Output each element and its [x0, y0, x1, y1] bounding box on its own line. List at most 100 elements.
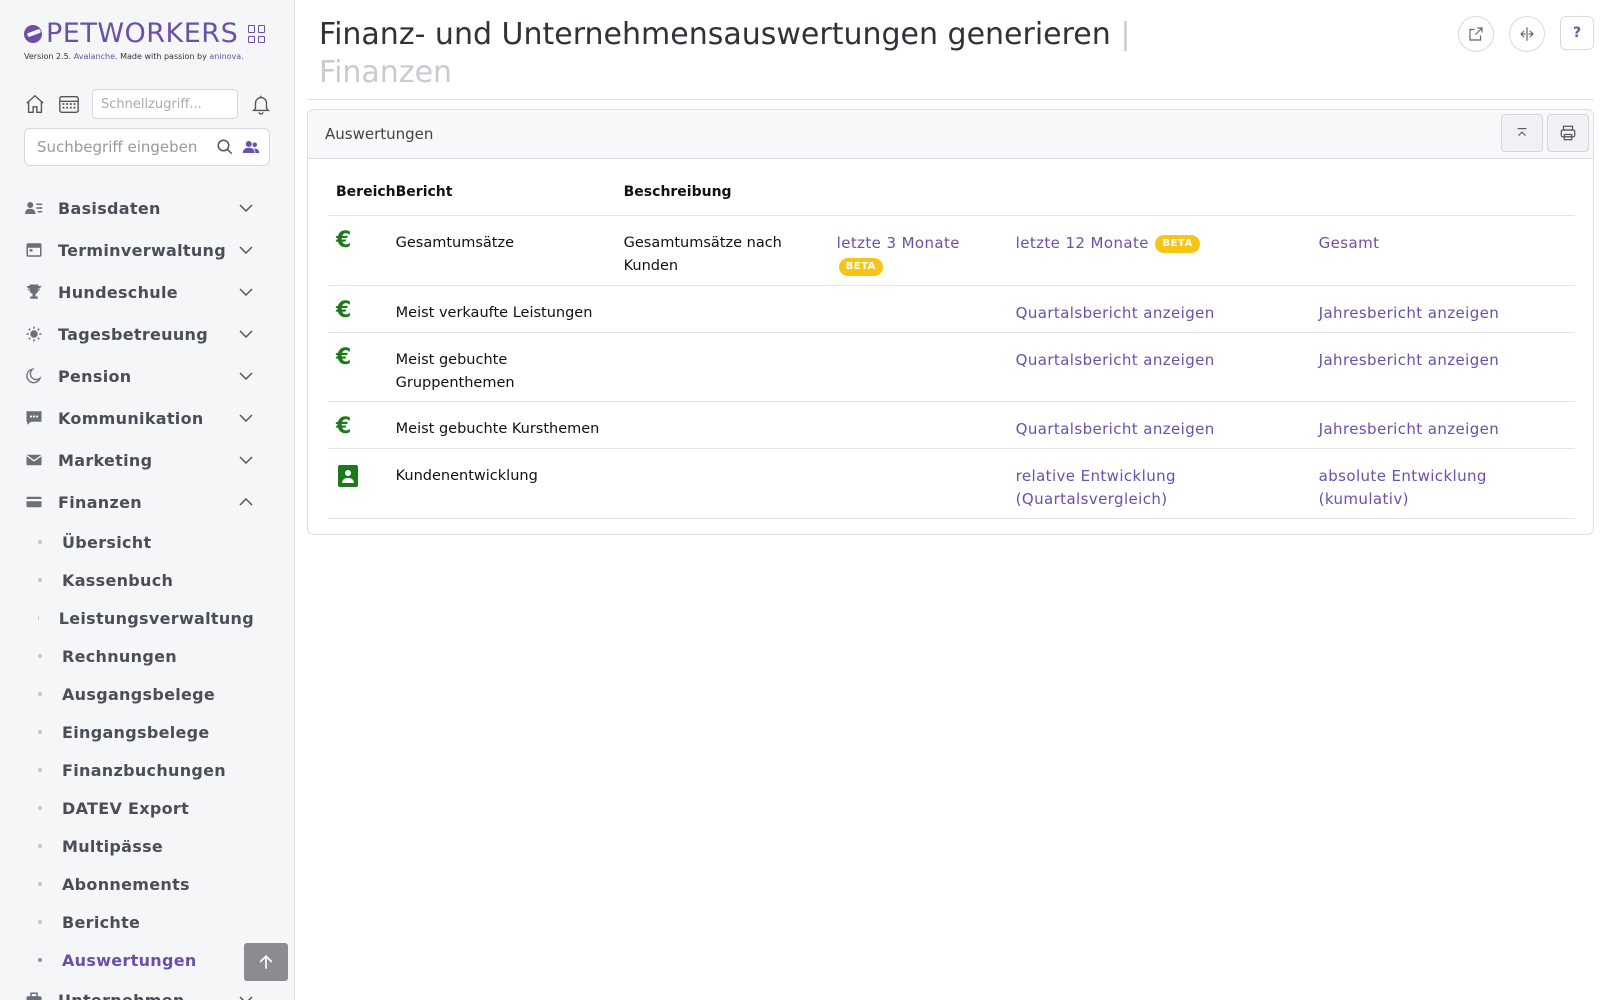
table-row: € Gesamtumsätze Gesamtumsätze nach Kunde…: [328, 214, 1575, 285]
sub-item-label: Berichte: [62, 912, 141, 932]
quarterly-report-link[interactable]: Quartalsbericht anzeigen: [1016, 351, 1215, 369]
brand-logo[interactable]: PETWORKERS: [24, 20, 266, 48]
link-cell: Jahresbericht anzeigen: [1318, 331, 1575, 401]
nav-pension[interactable]: Pension: [24, 355, 254, 397]
chevron-down-icon[interactable]: [238, 326, 254, 342]
card-header: Auswertungen: [308, 110, 1593, 159]
nav-kommunikation[interactable]: Kommunikation: [24, 397, 254, 439]
bericht-cell: Gesamtumsätze: [395, 214, 624, 285]
sun-icon: [24, 324, 44, 344]
nav-finanzen[interactable]: Finanzen: [24, 481, 254, 523]
table-row: € Meist verkaufte Leistungen Quartalsber…: [328, 284, 1575, 332]
absolute-development-link[interactable]: absolute Entwicklung (kumulativ): [1319, 465, 1499, 511]
table-row: € Meist gebuchte Gruppenthemen Quartalsb…: [328, 331, 1575, 401]
collapse-button[interactable]: [1501, 114, 1543, 152]
bericht-text: Meist gebuchte Gruppenthemen: [395, 351, 515, 391]
euro-icon: €: [336, 227, 352, 253]
link-cell: relative Entwicklung (Quartalsvergleich): [1015, 447, 1319, 519]
page-title: Finanz- und Unternehmensauswertungen gen…: [319, 16, 1139, 92]
print-button[interactable]: [1547, 114, 1589, 152]
nav-label: Hundeschule: [58, 282, 178, 302]
quarterly-report-link[interactable]: Quartalsbericht anzeigen: [1016, 420, 1215, 438]
nav-basisdaten[interactable]: Basisdaten: [24, 187, 254, 229]
nav-marketing[interactable]: Marketing: [24, 439, 254, 481]
sub-item-kassenbuch[interactable]: Kassenbuch: [38, 561, 254, 599]
bullet-dot: [38, 578, 42, 582]
annual-report-link[interactable]: Jahresbericht anzeigen: [1319, 420, 1500, 438]
chevron-down-icon[interactable]: [238, 452, 254, 468]
scroll-to-top-button[interactable]: [244, 943, 288, 981]
version-number: Version 2.5.: [24, 52, 72, 61]
column-header-empty: [837, 184, 1016, 215]
chat-icon: [24, 408, 44, 428]
home-icon[interactable]: [24, 93, 46, 115]
relative-development-link[interactable]: relative Entwicklung (Quartalsvergleich): [1016, 465, 1186, 511]
bullet-dot: [38, 806, 42, 810]
report-link[interactable]: Gesamt: [1319, 234, 1380, 252]
reports-card: Auswertungen Bereich Bericht Beschreibun…: [307, 109, 1594, 535]
credit-card-icon: [24, 492, 44, 512]
quarterly-report-link[interactable]: Quartalsbericht anzeigen: [1016, 304, 1215, 322]
sub-item-label: Kassenbuch: [62, 570, 174, 590]
sub-item-rechnungen[interactable]: Rechnungen: [38, 637, 254, 675]
sub-item-uebersicht[interactable]: Übersicht: [38, 523, 254, 561]
quick-access-input[interactable]: [92, 89, 238, 119]
search-input[interactable]: [37, 138, 209, 156]
column-header-beschreibung: Beschreibung: [623, 184, 732, 200]
link-cell: Quartalsbericht anzeigen: [1015, 284, 1319, 332]
bullet-dot: [38, 730, 42, 734]
nav-terminverwaltung[interactable]: Terminverwaltung: [24, 229, 254, 271]
column-header-empty: [1016, 184, 1319, 215]
annual-report-link[interactable]: Jahresbericht anzeigen: [1319, 304, 1500, 322]
link-cell: letzte 12 Monate BETA: [1015, 214, 1319, 285]
nav-label: Terminverwaltung: [58, 240, 226, 260]
chevron-up-icon[interactable]: [238, 494, 254, 510]
expand-width-button[interactable]: [1509, 16, 1545, 52]
open-external-button[interactable]: [1458, 16, 1494, 52]
chevron-down-icon[interactable]: [238, 410, 254, 426]
sub-item-label: Leistungsverwaltung: [58, 608, 254, 628]
sub-item-datev-export[interactable]: DATEV Export: [38, 789, 254, 827]
column-header-empty: [1319, 184, 1575, 215]
sub-item-multipaesse[interactable]: Multipässe: [38, 827, 254, 865]
nav-tagesbetreuung[interactable]: Tagesbetreuung: [24, 313, 254, 355]
apps-grid-icon[interactable]: [248, 25, 266, 43]
calendar-icon: [24, 240, 44, 260]
nav-unternehmen[interactable]: Unternehmen: [24, 979, 254, 1000]
sub-item-leistungsverwaltung[interactable]: Leistungsverwaltung: [38, 599, 254, 637]
sub-item-ausgangsbelege[interactable]: Ausgangsbelege: [38, 675, 254, 713]
nav-hundeschule[interactable]: Hundeschule: [24, 271, 254, 313]
card-tools: [1501, 114, 1593, 152]
bereich-cell: €: [328, 214, 396, 285]
bullet-dot: [38, 654, 42, 658]
beschreibung-cell: [623, 400, 837, 448]
euro-icon: €: [336, 297, 352, 323]
sub-item-abonnements[interactable]: Abonnements: [38, 865, 254, 903]
moon-icon: [24, 366, 44, 386]
users-icon[interactable]: [241, 137, 261, 157]
help-button[interactable]: ?: [1560, 16, 1594, 50]
report-link[interactable]: letzte 3 Monate: [837, 234, 960, 252]
sub-item-label: Auswertungen: [62, 950, 197, 970]
report-link[interactable]: letzte 12 Monate: [1016, 234, 1149, 252]
sub-item-finanzbuchungen[interactable]: Finanzbuchungen: [38, 751, 254, 789]
bell-icon[interactable]: [250, 93, 272, 115]
chevron-down-icon[interactable]: [238, 242, 254, 258]
sub-item-berichte[interactable]: Berichte: [38, 903, 254, 941]
table-header-row: Bereich Bericht Beschreibung: [328, 184, 1575, 215]
chevron-down-icon[interactable]: [238, 368, 254, 384]
chevron-down-icon[interactable]: [238, 992, 254, 1000]
company-name: aninova.: [209, 52, 244, 61]
sub-item-auswertungen[interactable]: Auswertungen: [38, 941, 254, 979]
annual-report-link[interactable]: Jahresbericht anzeigen: [1319, 351, 1500, 369]
chevron-down-icon[interactable]: [238, 284, 254, 300]
nav-label: Tagesbetreuung: [58, 324, 208, 344]
search-icon[interactable]: [215, 137, 235, 157]
trophy-icon: [24, 282, 44, 302]
calendar-icon[interactable]: [58, 93, 80, 115]
bullet-dot: [38, 692, 42, 696]
chevron-down-icon[interactable]: [238, 200, 254, 216]
link-cell: Quartalsbericht anzeigen: [1015, 400, 1319, 448]
sub-item-eingangsbelege[interactable]: Eingangsbelege: [38, 713, 254, 751]
bericht-cell: Meist gebuchte Kursthemen: [395, 400, 624, 448]
